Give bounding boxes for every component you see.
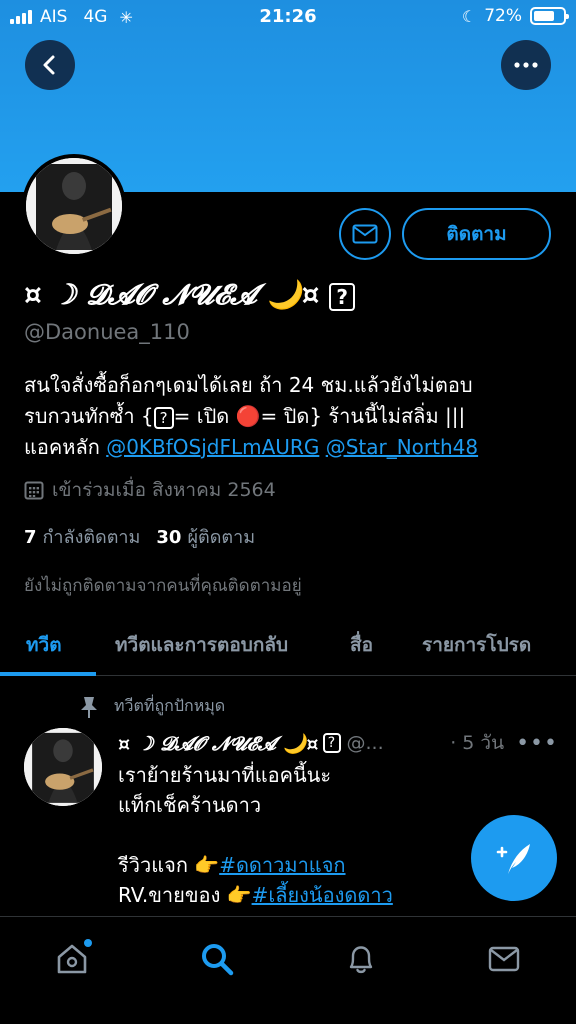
avatar-image — [26, 158, 122, 254]
active-tab-indicator — [0, 672, 96, 676]
nav-home[interactable] — [52, 939, 92, 979]
bio-line-1: สนใจสั่งซื้อก็อกๆเดมได้เลย ถ้า 24 ชม.แล้… — [24, 373, 473, 397]
avatar-image — [24, 728, 102, 806]
back-arrow-icon — [43, 55, 55, 75]
joined-date: เข้าร่วมเมื่อ สิงหาคม 2564 — [24, 475, 276, 505]
more-dots-icon — [514, 62, 538, 68]
bio-line-3-prefix: แอคหลัก — [24, 435, 107, 459]
hashtag-link-1[interactable]: #ดดาวมาแจก — [219, 853, 345, 877]
battery-icon — [530, 7, 569, 25]
battery-fill — [534, 11, 555, 21]
profile-avatar[interactable] — [22, 154, 126, 258]
tweet-line-4-prefix: RV.ขายของ 👉 — [118, 883, 252, 907]
tweet-line-4: RV.ขายของ 👉#เลี้ยงน้องดดาว — [118, 880, 448, 910]
following-label: กำลังติดตาม — [42, 527, 141, 548]
compose-tweet-button[interactable] — [471, 815, 557, 901]
search-icon — [202, 944, 234, 976]
home-icon — [57, 944, 87, 974]
tab-tweets-replies[interactable]: ทวีตและการตอบกลับ — [115, 630, 288, 660]
bio-line-3: แอคหลัก @0KBfOSjdFLmAURG @Star_North48 — [24, 432, 554, 463]
tweet-author-name[interactable]: ¤ ☽ 𝓓𝓐𝓞 𝓝𝓤𝓔𝓐 🌙¤ — [118, 732, 319, 755]
question-box-icon: ? — [329, 282, 356, 311]
back-button[interactable] — [25, 40, 75, 90]
tweet-line-3-prefix: รีวิวแจก 👉 — [118, 853, 220, 877]
question-box-icon: ? — [322, 733, 341, 753]
bio-line-2-a: รบกวนทักซ้ำ { — [24, 404, 154, 428]
bio-mention-link-2[interactable]: @Star_North48 — [326, 435, 478, 459]
bottom-navigation — [0, 916, 576, 1024]
followers-count: 30 — [156, 527, 182, 548]
profile-tabs: ทวีต ทวีตและการตอบกลับ สื่อ รายการโปรด — [0, 614, 576, 676]
tweet-line-1: เราย้ายร้านมาที่แอคนี้นะ — [118, 763, 332, 787]
following-count-link[interactable]: 7 กำลังติดตาม — [24, 522, 140, 551]
tweet-time: · 5 วัน — [450, 732, 505, 754]
profile-bio: สนใจสั่งซื้อก็อกๆเดมได้เลย ถ้า 24 ชม.แล้… — [24, 370, 554, 463]
mail-icon — [488, 946, 520, 972]
tweet-header: ¤ ☽ 𝓓𝓐𝓞 𝓝𝓤𝓔𝓐 🌙¤ ? @... · 5 วัน ••• — [118, 728, 558, 758]
calendar-icon — [24, 481, 44, 500]
tweet-line-2: แท็กเช็คร้านดาว — [118, 793, 262, 817]
pin-icon — [81, 696, 97, 718]
display-name: ¤ ☽ 𝓓𝓐𝓞 𝓝𝓤𝓔𝓐 🌙¤ ? — [24, 278, 356, 312]
display-name-text: ¤ ☽ 𝓓𝓐𝓞 𝓝𝓤𝓔𝓐 🌙¤ — [24, 278, 320, 311]
pinned-label: ทวีตที่ถูกปักหมุด — [78, 694, 225, 719]
follow-button[interactable]: ติดตาม — [402, 208, 551, 260]
status-right: ☾ 72% — [461, 6, 569, 26]
tab-tweets[interactable]: ทวีต — [26, 630, 62, 660]
nav-notifications[interactable] — [341, 939, 381, 979]
tweet-line-3: รีวิวแจก 👉#ดดาวมาแจก — [118, 850, 448, 880]
tweet-author-handle: @... — [346, 732, 384, 754]
tab-likes[interactable]: รายการโปรด — [422, 630, 531, 660]
tab-media[interactable]: สื่อ — [350, 630, 373, 660]
joined-text: เข้าร่วมเมื่อ สิงหาคม 2564 — [52, 479, 276, 501]
bell-icon — [349, 946, 373, 974]
battery-percent: 72% — [484, 6, 522, 26]
bio-mention-link-1[interactable]: @0KBfOSjdFLmAURG — [106, 435, 319, 459]
mail-icon — [352, 224, 378, 244]
message-button[interactable] — [339, 208, 391, 260]
tweet-more-icon[interactable]: ••• — [516, 731, 558, 756]
bio-line-2: รบกวนทักซ้ำ {? = เปิด 🔴= ปิด} ร้านนี้ไม่ส… — [24, 401, 554, 432]
hashtag-link-2[interactable]: #เลี้ยงน้องดดาว — [252, 883, 393, 907]
nav-messages[interactable] — [484, 939, 524, 979]
tweet-author-avatar[interactable] — [24, 728, 102, 806]
moon-icon: ☾ — [461, 6, 477, 26]
pinned-text: ทวีตที่ถูกปักหมุด — [114, 696, 226, 715]
bio-line-2-b: = เปิด 🔴= ปิด} ร้านนี้ไม่สลิ่ม ||| — [173, 404, 466, 428]
followers-count-link[interactable]: 30 ผู้ติดตาม — [156, 522, 255, 551]
question-box-icon: ? — [153, 406, 174, 429]
more-options-button[interactable] — [501, 40, 551, 90]
following-count: 7 — [24, 527, 37, 548]
not-followed-notice: ยังไม่ถูกติดตามจากคนที่คุณติดตามอยู่ — [24, 576, 302, 596]
tweet-text: เราย้ายร้านมาที่แอคนี้นะ แท็กเช็คร้านดาว… — [118, 760, 448, 910]
nav-search[interactable] — [197, 939, 237, 979]
follow-counts: 7 กำลังติดตาม 30 ผู้ติดตาม — [24, 522, 255, 551]
compose-feather-icon — [496, 844, 530, 874]
followers-label: ผู้ติดตาม — [187, 527, 256, 548]
status-bar: AIS 4G ✳ 21:26 ☾ 72% — [0, 0, 576, 36]
profile-handle: @Daonuea_110 — [24, 320, 190, 344]
new-content-dot — [84, 939, 92, 947]
